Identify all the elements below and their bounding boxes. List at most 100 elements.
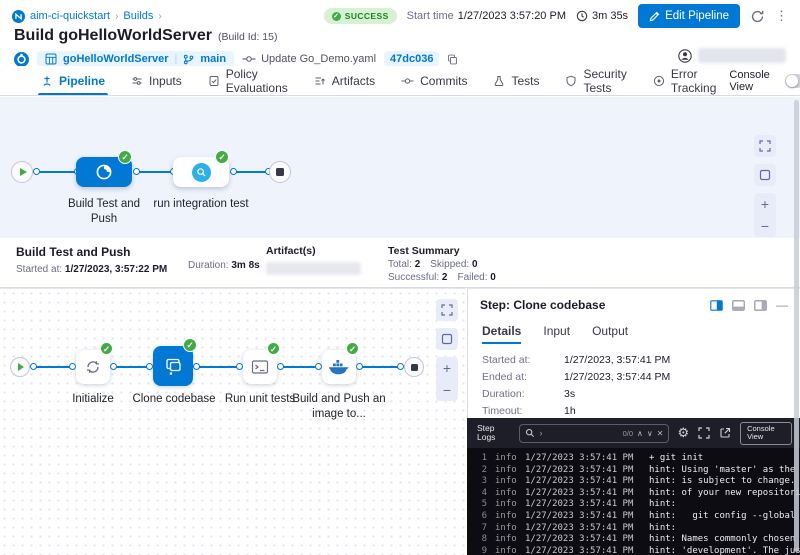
- log-lines: 1info1/27/2023 3:57:41 PM+ git init 2inf…: [467, 448, 800, 555]
- field-value: 3s: [564, 388, 575, 400]
- step-panel-title: Step: Clone codebase: [480, 298, 605, 312]
- step-detail-fields: Started at:1/27/2023, 3:57:41 PM Ended a…: [468, 344, 800, 417]
- search-prev-icon[interactable]: ∧: [637, 429, 643, 438]
- step-node-initialize[interactable]: [76, 350, 110, 384]
- zoom-in-icon[interactable]: +: [754, 193, 776, 215]
- stop-icon: [276, 168, 284, 176]
- search-close-icon[interactable]: ✕: [657, 429, 664, 438]
- field-label: Started at:: [482, 354, 564, 366]
- tab-tests[interactable]: Tests: [480, 66, 552, 95]
- breadcrumb-builds-link[interactable]: Builds: [123, 10, 153, 22]
- refresh-icon[interactable]: [750, 9, 765, 24]
- split-right-icon[interactable]: [710, 300, 723, 311]
- step-logs-console: StepLogs › 0/0 ∧ ∨ ✕ ⚙ Consol: [467, 418, 800, 555]
- started-at-label: Started at:: [16, 264, 62, 275]
- graph-start-node[interactable]: [10, 357, 30, 377]
- success-check-icon: ✓: [183, 338, 197, 352]
- zoom-in-icon[interactable]: +: [436, 357, 458, 379]
- stage-label: Build Test and Push: [56, 197, 152, 227]
- tab-label: Security Tests: [583, 67, 626, 95]
- commit-message: Update Go_Demo.yaml: [242, 53, 376, 65]
- graph-start-node[interactable]: [11, 161, 33, 183]
- tab-security-tests[interactable]: Security Tests: [552, 66, 639, 95]
- breadcrumb-project-link[interactable]: aim-ci-quickstart: [30, 10, 110, 22]
- error-tracking-icon: [653, 75, 665, 87]
- commits-icon: [401, 77, 414, 85]
- step-node-run-unit-tests[interactable]: [243, 350, 277, 384]
- console-view-toggle[interactable]: [785, 74, 800, 88]
- log-fullscreen-icon[interactable]: [698, 427, 710, 439]
- stage-graph-canvas[interactable]: ✓ ✓ Build Test and Push run integration …: [0, 97, 800, 238]
- step-canvas-controls: + −: [436, 299, 458, 401]
- step-node-clone-codebase[interactable]: [153, 346, 193, 386]
- security-tests-icon: [565, 75, 577, 87]
- tab-artifacts[interactable]: Artifacts: [301, 66, 388, 95]
- tab-label: Artifacts: [332, 74, 375, 88]
- tab-commits[interactable]: Commits: [388, 66, 480, 95]
- harness-logo-icon: [12, 10, 25, 23]
- build-id: (Build Id: 15): [218, 31, 278, 43]
- build-page: aim-ci-quickstart › Builds › ✓ SUCCESS S…: [0, 0, 800, 555]
- commit-icon: [242, 55, 256, 63]
- commit-sha-chip[interactable]: 47dc036: [384, 51, 439, 67]
- open-in-new-tab-icon[interactable]: [719, 427, 731, 439]
- fullscreen-icon[interactable]: [754, 135, 776, 157]
- minimize-icon[interactable]: —: [776, 300, 788, 310]
- tab-policy-evaluations[interactable]: Policy Evaluations: [195, 66, 301, 95]
- start-time-label: Start time: [407, 10, 454, 22]
- user-avatar-icon[interactable]: [678, 49, 692, 63]
- search-next-icon[interactable]: ∨: [647, 429, 653, 438]
- fit-to-screen-icon[interactable]: [754, 164, 776, 186]
- failed-label: Failed:: [457, 272, 487, 283]
- zoom-out-icon[interactable]: −: [436, 379, 458, 401]
- kebab-menu-icon[interactable]: ⋮: [775, 8, 788, 24]
- fit-to-screen-icon[interactable]: [436, 328, 458, 350]
- artifacts-icon: [314, 75, 326, 87]
- status-text: SUCCESS: [345, 11, 389, 21]
- console-view-label: Console View: [729, 69, 777, 93]
- inputs-icon: [131, 75, 143, 87]
- chip-divider: |: [175, 53, 178, 65]
- copy-icon[interactable]: [447, 54, 458, 65]
- log-line: 7info1/27/2023 3:57:41 PMhint:: [473, 523, 800, 535]
- play-icon: [20, 168, 27, 176]
- elapsed-time: 3m 35s: [576, 10, 628, 22]
- step-graph-canvas[interactable]: ✓ ✓ ✓ ✓ Initialize Clone codebase Run un…: [0, 288, 466, 555]
- edit-pipeline-label: Edit Pipeline: [665, 10, 729, 22]
- tab-label: Policy Evaluations: [226, 67, 288, 95]
- user-cluster: [678, 48, 786, 63]
- tab-error-tracking[interactable]: Error Tracking: [640, 66, 730, 95]
- step-node-build-and-push-image[interactable]: [322, 350, 356, 384]
- tab-label: Pipeline: [59, 74, 105, 88]
- split-bottom-icon[interactable]: [732, 300, 745, 311]
- fullscreen-icon[interactable]: [436, 299, 458, 321]
- tab-inputs[interactable]: Inputs: [118, 66, 195, 95]
- edit-pipeline-button[interactable]: Edit Pipeline: [638, 4, 740, 28]
- successful-value: 2: [442, 272, 448, 283]
- search-icon: [525, 428, 535, 438]
- panel-right-icon[interactable]: [754, 300, 767, 311]
- test-summary-label: Test Summary: [388, 245, 800, 257]
- log-line: 6info1/27/2023 3:57:41 PMhint: git confi…: [473, 511, 800, 523]
- policy-evaluations-icon: [208, 75, 220, 87]
- skipped-value: 0: [472, 259, 478, 270]
- log-line: 3info1/27/2023 3:57:41 PMhint: is subjec…: [473, 476, 800, 488]
- field-value: 1h: [564, 405, 576, 417]
- zoom-out-icon[interactable]: −: [754, 215, 776, 237]
- failed-value: 0: [490, 272, 496, 283]
- repo-branch-chip[interactable]: goHelloWorldServer | main: [37, 51, 234, 67]
- console-view-button[interactable]: Console View: [740, 422, 792, 445]
- tab-details[interactable]: Details: [482, 324, 521, 344]
- console-title: StepLogs: [477, 424, 495, 443]
- graph-end-node[interactable]: [404, 357, 424, 377]
- clone-codebase-icon: [163, 356, 184, 377]
- page-scrollbar[interactable]: [794, 100, 799, 552]
- tab-pipeline[interactable]: Pipeline: [28, 66, 118, 95]
- tab-output[interactable]: Output: [592, 324, 628, 344]
- graph-end-node[interactable]: [269, 161, 291, 183]
- tab-input[interactable]: Input: [543, 324, 570, 344]
- log-search-input[interactable]: › 0/0 ∧ ∨ ✕: [519, 424, 669, 443]
- stage-summary-bar: Build Test and Push Started at: 1/27/202…: [0, 238, 800, 288]
- log-settings-gear-icon[interactable]: ⚙: [677, 425, 689, 441]
- chevron-right-icon: ›: [115, 11, 118, 22]
